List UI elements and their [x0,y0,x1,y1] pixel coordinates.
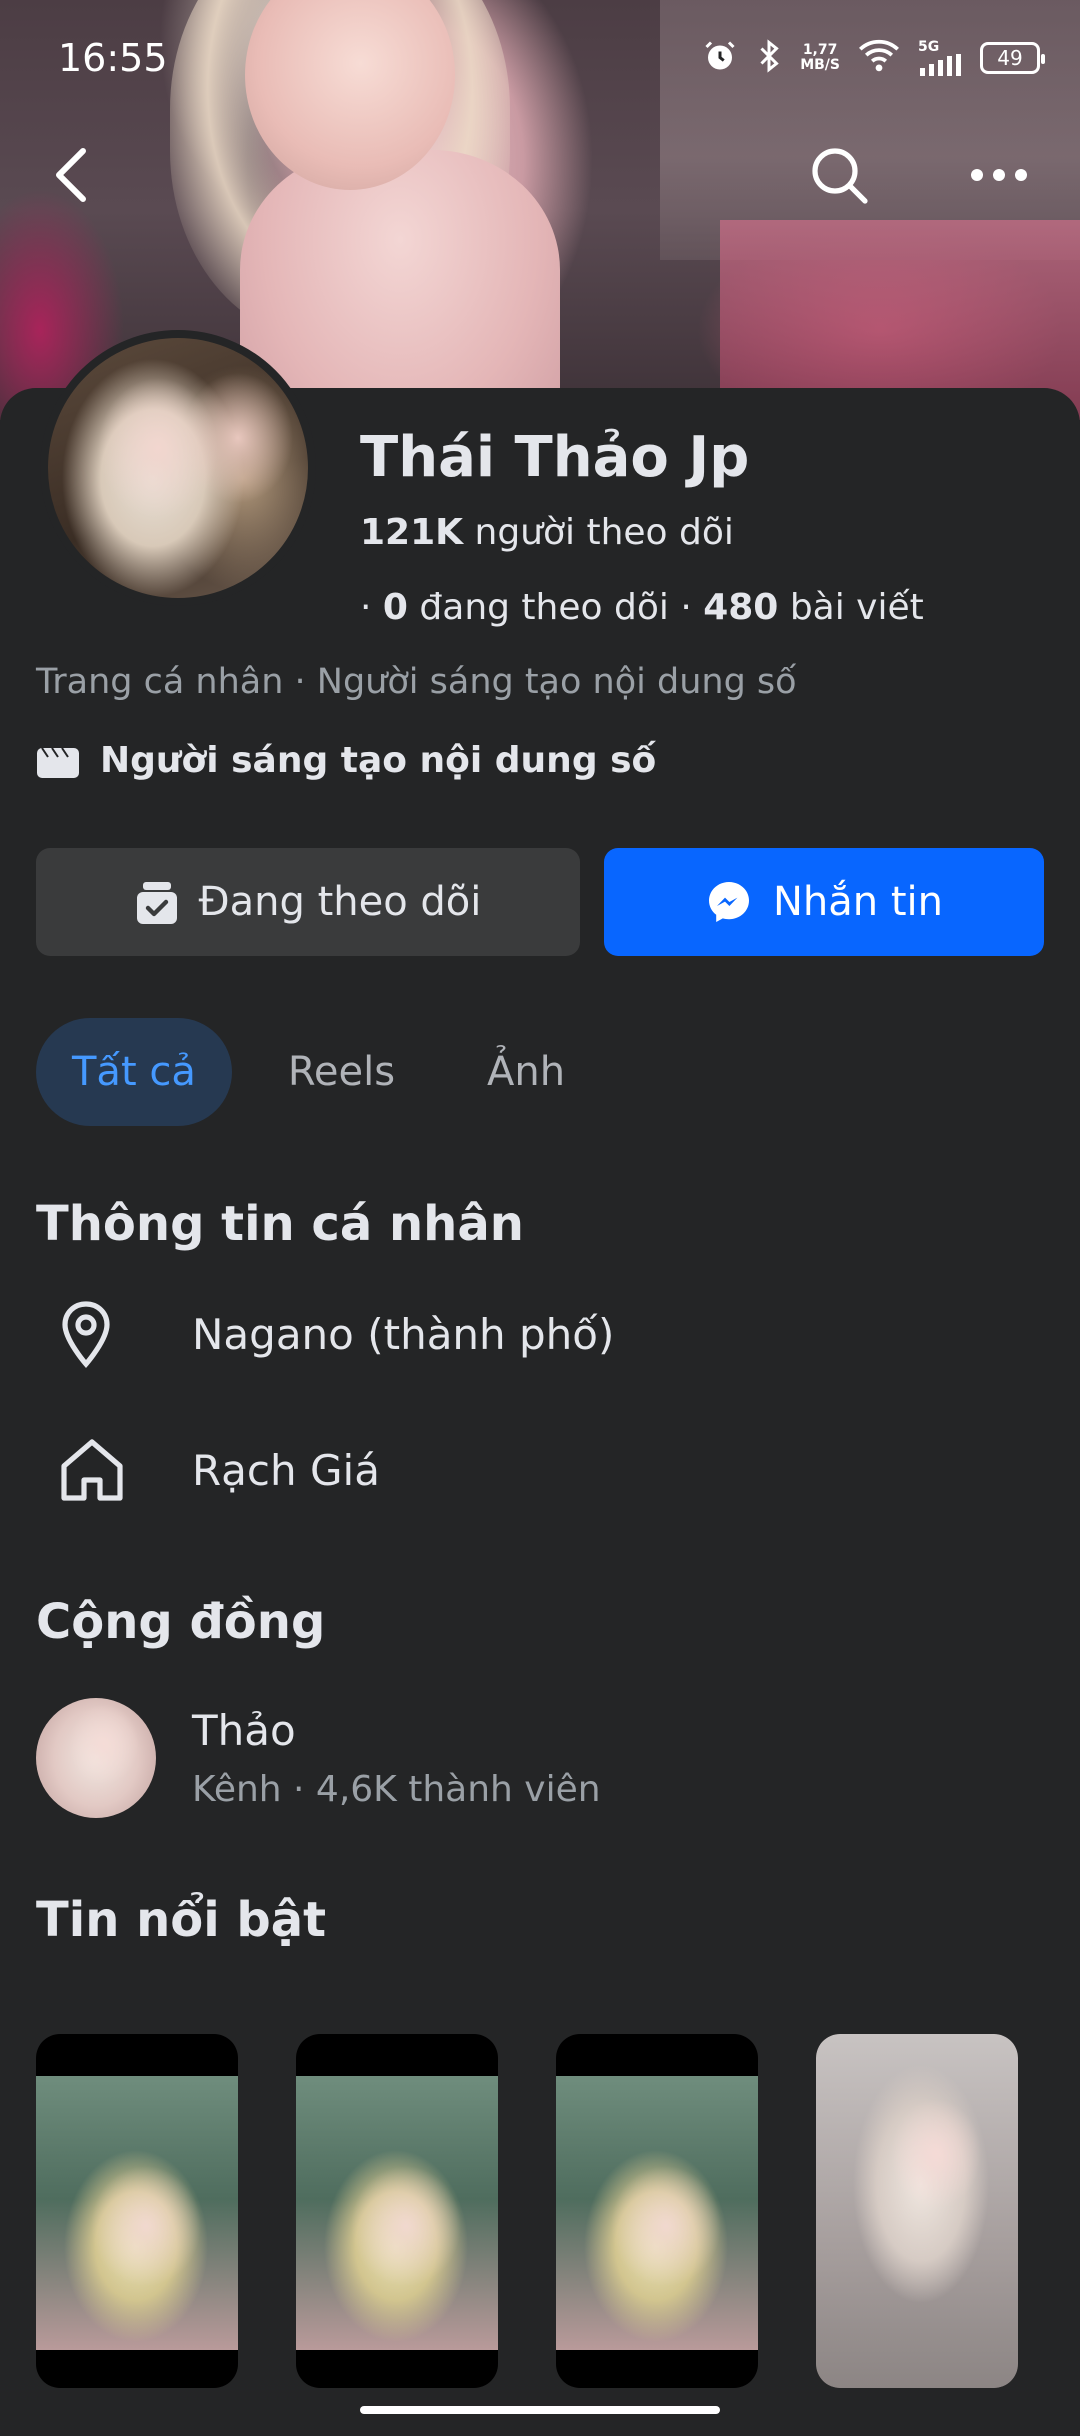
highlights-title: Tin nổi bật [36,1892,327,1948]
message-button[interactable]: Nhắn tin [604,848,1044,956]
content-tabs: Tất cả Reels Ảnh [36,1018,601,1126]
story-thumbnail [816,2034,1018,2388]
community-title: Cộng đồng [36,1594,326,1650]
info-row-hometown: Rạch Giá [36,1436,380,1504]
signal-bars-icon [920,54,961,76]
chevron-left-icon [56,148,86,202]
posts-count: 480 [703,587,779,628]
battery-icon: 49 [980,42,1045,74]
tab-all[interactable]: Tất cả [36,1018,232,1126]
net-speed-unit: MB/S [800,57,840,73]
community-meta: Kênh · 4,6K thành viên [192,1769,601,1810]
profile-subtitle: Trang cá nhân · Người sáng tạo nội dung … [36,662,797,702]
home-icon [36,1436,156,1504]
status-time: 16:55 [58,36,168,80]
location-pin-icon [36,1300,156,1368]
story-thumbnail [556,2076,758,2350]
more-dots-icon [971,169,1027,181]
following-button-label: Đang theo dõi [198,879,482,925]
creator-badge: Người sáng tạo nội dung số [36,740,656,781]
highlight-story[interactable] [816,2034,1018,2388]
status-bar: 16:55 1,77 MB/S 5G 49 [0,0,1080,110]
creator-label: Người sáng tạo nội dung số [100,740,657,781]
following-posts-stat: · 0 đang theo dõi · 480 bài viết [360,587,924,628]
message-button-label: Nhắn tin [773,879,943,925]
followers-label: người theo dõi [474,512,734,553]
posts-label: bài viết [789,587,924,628]
following-button[interactable]: Đang theo dõi [36,848,580,956]
highlight-story[interactable] [296,2034,498,2388]
search-icon [812,148,868,204]
info-hometown-text: Rạch Giá [192,1445,380,1495]
clapperboard-icon [37,746,79,778]
following-label: đang theo dõi [419,587,669,628]
alarm-icon [702,38,738,78]
search-button[interactable] [804,140,874,210]
community-item[interactable]: Thảo Kênh · 4,6K thành viên [36,1698,601,1818]
highlights-row [36,2034,1018,2388]
status-icons: 1,77 MB/S 5G 49 [702,38,1045,78]
following-count: 0 [382,587,408,628]
highlight-story[interactable] [556,2034,758,2388]
community-name: Thảo [192,1706,296,1755]
info-row-location: Nagano (thành phố) [36,1300,614,1368]
net-speed: 1,77 MB/S [800,43,840,73]
info-location-text: Nagano (thành phố) [192,1309,615,1359]
following-check-icon [136,882,177,924]
back-button[interactable] [36,140,106,210]
profile-avatar[interactable] [40,330,316,606]
home-indicator[interactable] [360,2406,720,2414]
cellular-signal: 5G [918,40,962,76]
wifi-icon [858,39,900,77]
battery-level: 49 [997,46,1023,70]
messenger-icon [709,882,749,922]
story-thumbnail [296,2076,498,2350]
network-type: 5G [918,39,940,55]
followers-count: 121K [360,512,464,553]
more-options-button[interactable] [964,140,1034,210]
personal-info-title: Thông tin cá nhân [36,1196,524,1252]
bluetooth-icon [756,38,782,78]
community-avatar [36,1698,156,1818]
profile-name: Thái Thảo Jp [360,425,750,490]
highlight-story[interactable] [36,2034,238,2388]
story-thumbnail [36,2076,238,2350]
tab-reels[interactable]: Reels [252,1018,431,1126]
cover-subject-body [240,150,560,420]
tab-photos[interactable]: Ảnh [451,1018,601,1126]
net-speed-value: 1,77 [802,42,838,58]
followers-stat[interactable]: 121K người theo dõi [360,512,734,553]
